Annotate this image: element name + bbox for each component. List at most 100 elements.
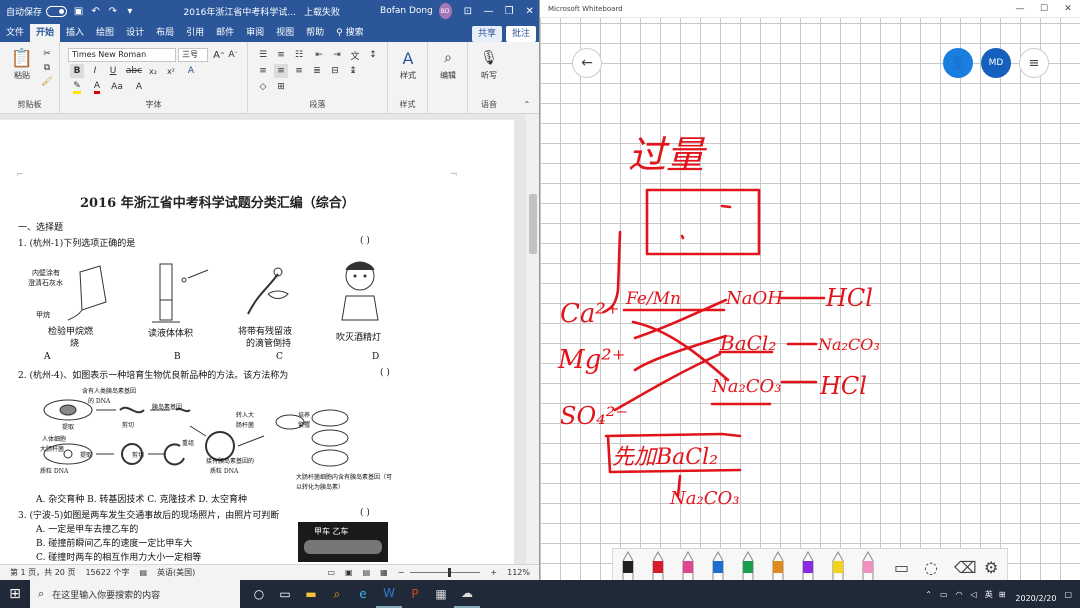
tab-home[interactable]: 开始	[30, 24, 61, 42]
pen-tool[interactable]	[802, 550, 814, 580]
tab-insert[interactable]: 插入	[60, 24, 90, 42]
app-icon[interactable]: ▦	[428, 580, 454, 608]
pen-tool[interactable]	[862, 550, 874, 580]
ruler-icon[interactable]: ▭	[894, 558, 909, 577]
collapse-ribbon-icon[interactable]: ⌃	[520, 98, 534, 110]
volume-icon[interactable]: ◁	[971, 590, 977, 599]
task-switch-icon[interactable]: ▭	[272, 580, 298, 608]
chevron-up-icon[interactable]: ⌃	[925, 590, 932, 599]
web-layout-icon[interactable]: ▦	[380, 568, 388, 577]
shading-icon[interactable]: A	[132, 80, 146, 94]
autosave-toggle[interactable]	[46, 5, 68, 17]
tab-references[interactable]: 引用	[180, 24, 210, 42]
shrink-font-icon[interactable]: Aˇ	[226, 48, 240, 62]
user-name[interactable]: Bofan Dong	[380, 6, 433, 16]
pen-tool[interactable]	[682, 550, 694, 580]
focus-mode-icon[interactable]: ▭	[327, 568, 335, 577]
tab-review[interactable]: 审阅	[240, 24, 270, 42]
whiteboard-app-icon[interactable]: ☁	[454, 580, 480, 608]
tab-help[interactable]: 帮助	[300, 24, 330, 42]
tab-file[interactable]: 文件	[0, 24, 30, 42]
edge-icon[interactable]: e	[350, 580, 376, 608]
zoom-level[interactable]: 112%	[507, 568, 530, 577]
bold-button[interactable]: B	[70, 64, 84, 78]
word-app-icon[interactable]: W	[376, 580, 402, 608]
font-size-select[interactable]: 三号	[178, 48, 208, 62]
cut-icon[interactable]: ✂	[40, 48, 54, 60]
styles-label[interactable]: 样式	[392, 70, 424, 80]
microphone-icon[interactable]: 🎙	[479, 48, 499, 68]
close-button[interactable]: ✕	[519, 6, 539, 17]
numbering-icon[interactable]: ≡	[274, 48, 288, 62]
pen-tool[interactable]	[622, 550, 634, 580]
start-icon[interactable]: ⊞	[2, 580, 28, 608]
font-color-icon[interactable]: A	[90, 80, 104, 94]
pen-tool[interactable]	[652, 550, 664, 580]
ribbon-display-icon[interactable]: ⊡	[458, 6, 479, 17]
paragraph-shading-icon[interactable]: ◇	[256, 80, 270, 94]
share-button[interactable]: 共享	[471, 26, 502, 42]
multilevel-list-icon[interactable]: ☷	[292, 48, 306, 62]
pen-tool[interactable]	[712, 550, 724, 580]
ime-indicator[interactable]: 英	[985, 589, 993, 600]
borders-icon[interactable]: ⊞	[274, 80, 288, 94]
align-center-icon[interactable]: ≡	[274, 64, 288, 78]
chinese-layout-icon[interactable]: 文	[348, 48, 362, 62]
pen-settings-icon[interactable]: ⚙	[984, 558, 998, 577]
tell-me-search[interactable]: ⚲ 搜索	[330, 24, 369, 42]
print-layout-icon[interactable]: ▤	[363, 568, 371, 577]
tab-design[interactable]: 设计	[120, 24, 150, 42]
bullets-icon[interactable]: ☰	[256, 48, 270, 62]
tab-layout[interactable]: 布局	[150, 24, 180, 42]
save-icon[interactable]: ▣	[73, 4, 84, 18]
paste-icon[interactable]: 📋	[10, 46, 34, 70]
lasso-icon[interactable]: ◌	[924, 558, 938, 577]
taskbar-search[interactable]: ⌕ 在这里输入你要搜索的内容	[30, 580, 240, 608]
superscript-button[interactable]: x²	[164, 64, 178, 78]
tab-view[interactable]: 视图	[270, 24, 300, 42]
paste-label[interactable]: 粘贴	[10, 70, 34, 80]
zoom-slider[interactable]	[410, 568, 481, 577]
sort-icon[interactable]: ↕	[366, 48, 380, 62]
decrease-indent-icon[interactable]: ⇤	[312, 48, 326, 62]
editing-label[interactable]: 编辑	[432, 70, 464, 80]
font-name-select[interactable]: Times New Roman	[68, 48, 176, 62]
vertical-scrollbar[interactable]	[526, 114, 539, 564]
notification-icon[interactable]: ▭	[940, 590, 948, 599]
ime-mode-icon[interactable]: ⊞	[999, 590, 1006, 599]
proofing-icon[interactable]: ▤	[139, 568, 147, 577]
pen-tool[interactable]	[772, 550, 784, 580]
task-view-icon[interactable]: ○	[246, 580, 272, 608]
search-app-icon[interactable]: ⌕	[324, 580, 350, 608]
format-painter-icon[interactable]: 🖌	[40, 76, 54, 88]
change-case-icon[interactable]: Aa	[110, 80, 124, 94]
subscript-button[interactable]: x₂	[146, 64, 160, 78]
eraser-icon[interactable]: ⌫	[953, 558, 977, 577]
increase-indent-icon[interactable]: ⇥	[330, 48, 344, 62]
line-spacing-icon[interactable]: ↨	[346, 64, 360, 78]
minimize-button[interactable]: —	[478, 6, 499, 17]
distributed-icon[interactable]: ⊟	[328, 64, 342, 78]
upload-status[interactable]: 上载失败	[304, 5, 340, 18]
document-page[interactable]: ⌐ ¬ 2016 年浙江省中考科学试题分类汇编（综合） 一、选择题 1. (杭州…	[0, 120, 514, 564]
comments-button[interactable]: 批注	[505, 26, 536, 42]
read-mode-icon[interactable]: ▣	[345, 568, 353, 577]
pen-tool[interactable]	[742, 550, 754, 580]
highlight-icon[interactable]: ✎	[70, 80, 84, 94]
text-effects-icon[interactable]: A	[184, 64, 198, 78]
align-right-icon[interactable]: ≡	[292, 64, 306, 78]
word-count[interactable]: 15622 个字	[85, 567, 129, 578]
wifi-icon[interactable]: ◠	[956, 590, 963, 599]
action-center-icon[interactable]: ▢	[1064, 590, 1072, 599]
clock[interactable]: 2020/2/20	[1015, 584, 1056, 604]
underline-button[interactable]: U	[106, 64, 120, 78]
language-status[interactable]: 英语(美国)	[157, 567, 195, 578]
user-avatar[interactable]: BD	[438, 3, 452, 19]
grow-font-icon[interactable]: A ^	[212, 48, 226, 62]
ink-canvas[interactable]: 过量 Ca²⁺ Mg²⁺ SO₄²⁻ Fe/Mn NaOH BaCl₂ Na₂C…	[540, 0, 1080, 580]
find-icon[interactable]: ⌕	[438, 48, 458, 68]
tab-draw[interactable]: 绘图	[90, 24, 120, 42]
justify-icon[interactable]: ≣	[310, 64, 324, 78]
strikethrough-button[interactable]: abc	[126, 64, 142, 78]
italic-button[interactable]: I	[88, 64, 102, 78]
